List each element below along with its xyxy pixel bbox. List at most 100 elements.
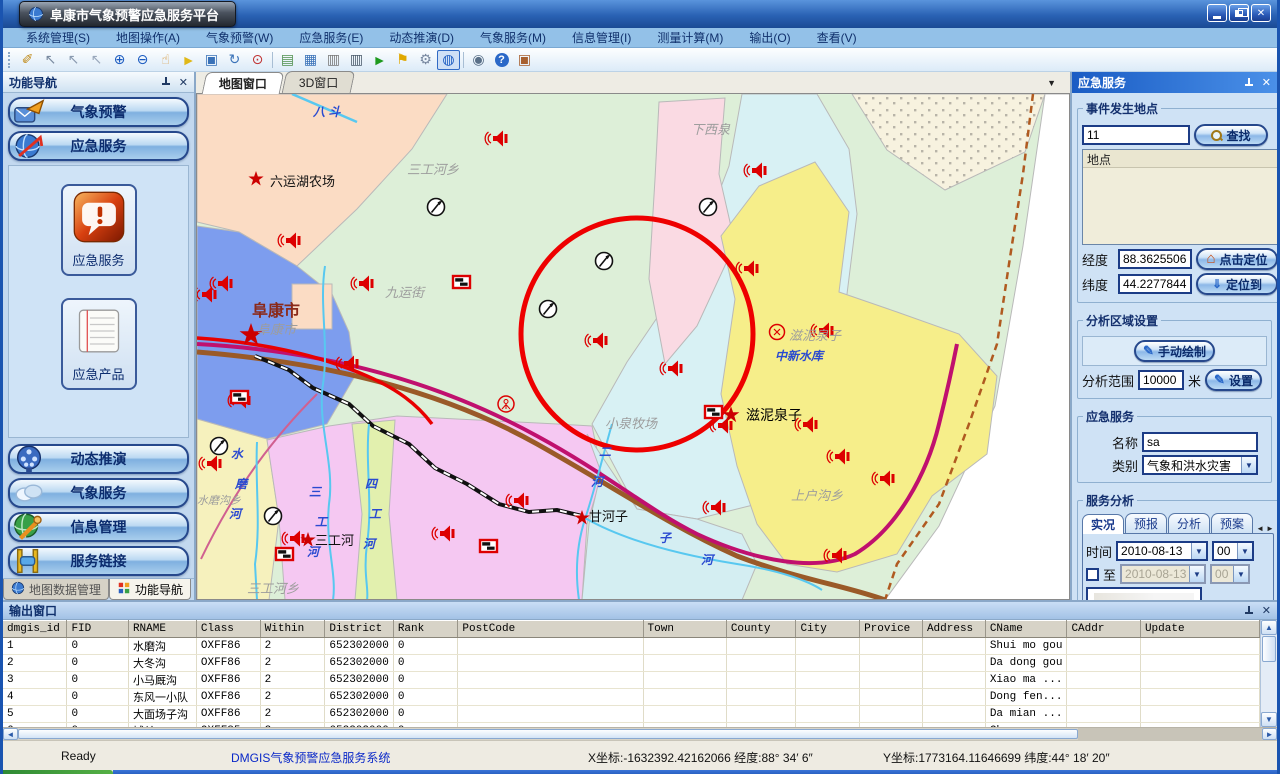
measure-icon[interactable]: ✐ xyxy=(16,50,39,70)
zoom-out-icon[interactable]: ⊖ xyxy=(131,50,154,70)
tab-scroll-left-icon[interactable]: ◄ xyxy=(1256,524,1264,533)
nav-group-lower-2[interactable]: 信息管理 xyxy=(8,512,189,542)
column-header-County[interactable]: County xyxy=(726,621,796,638)
table-row[interactable]: 30小马厩沟OXFF8626523020000Xiao ma ... xyxy=(3,672,1260,689)
scene-image-icon[interactable]: ▣ xyxy=(513,50,536,70)
chevron-down-icon[interactable]: ▼ xyxy=(1233,566,1248,582)
hour-to-select[interactable]: 00 ▼ xyxy=(1210,564,1250,584)
help-icon[interactable]: ? xyxy=(490,50,513,70)
column-header-Rank[interactable]: Rank xyxy=(393,621,458,638)
date-to-select[interactable]: 2010-08-13 ▼ xyxy=(1120,564,1206,584)
date-select[interactable]: 2010-08-13 ▼ xyxy=(1116,541,1208,561)
service-type-select[interactable]: 气象和洪水灾害 ▼ xyxy=(1142,455,1258,475)
column-header-Address[interactable]: Address xyxy=(922,621,985,638)
menu-item-2[interactable]: 地图操作(A) xyxy=(103,27,193,48)
close-icon[interactable]: ✕ xyxy=(1260,76,1273,89)
zoom-in-icon[interactable]: ⊕ xyxy=(108,50,131,70)
eye-icon[interactable]: ◉ xyxy=(467,50,490,70)
column-header-City[interactable]: City xyxy=(796,621,860,638)
range-input[interactable] xyxy=(1138,370,1184,390)
column-header-Within[interactable]: Within xyxy=(260,621,325,638)
scroll-right-icon[interactable]: ► xyxy=(1262,728,1277,740)
chevron-down-icon[interactable]: ▼ xyxy=(1191,543,1206,559)
column-header-PostCode[interactable]: PostCode xyxy=(458,621,643,638)
print-preview-icon[interactable]: ▥ xyxy=(345,50,368,70)
column-header-Update[interactable]: Update xyxy=(1140,621,1259,638)
column-header-CName[interactable]: CName xyxy=(985,621,1067,638)
select-free-icon[interactable]: ↖ xyxy=(85,50,108,70)
chevron-down-icon[interactable]: ▼ xyxy=(1241,457,1256,473)
manual-draw-button[interactable]: ✎ 手动绘制 xyxy=(1134,340,1215,362)
nav-group-1[interactable]: 应急服务 xyxy=(8,131,189,161)
set-range-button[interactable]: ✎ 设置 xyxy=(1205,369,1262,391)
column-header-CAddr[interactable]: CAddr xyxy=(1067,621,1141,638)
nav-group-lower-0[interactable]: 动态推演 xyxy=(8,444,189,474)
place-pin-icon[interactable]: ⚑ xyxy=(391,50,414,70)
scroll-up-icon[interactable]: ▲ xyxy=(1261,620,1277,635)
pin-icon[interactable] xyxy=(161,77,171,87)
menu-item-4[interactable]: 应急服务(E) xyxy=(286,27,376,48)
map-tab-1[interactable]: 地图窗口 xyxy=(202,72,285,94)
column-header-Town[interactable]: Town xyxy=(643,621,726,638)
chevron-down-icon[interactable]: ▼ xyxy=(1189,566,1204,582)
scroll-left-icon[interactable]: ◄ xyxy=(3,728,18,740)
pin-icon[interactable] xyxy=(1244,606,1254,616)
location-search-input[interactable] xyxy=(1082,125,1190,145)
menu-item-9[interactable]: 输出(O) xyxy=(736,27,803,48)
column-header-District[interactable]: District xyxy=(325,621,393,638)
settings-gear-icon[interactable]: ⚙ xyxy=(414,50,437,70)
print-icon[interactable]: ▥ xyxy=(322,50,345,70)
search-button[interactable]: 查找 xyxy=(1194,124,1268,146)
menu-item-5[interactable]: 动态推演(D) xyxy=(376,27,467,48)
table-row[interactable]: 10水磨沟OXFF8626523020000Shui mo gou xyxy=(3,638,1260,655)
column-header-Provice[interactable]: Provice xyxy=(860,621,923,638)
map-image-icon[interactable]: ▦ xyxy=(299,50,322,70)
close-icon[interactable]: ✕ xyxy=(1260,604,1273,617)
nav-group-lower-1[interactable]: 气象服务 xyxy=(8,478,189,508)
column-header-RNAME[interactable]: RNAME xyxy=(128,621,196,638)
column-header-FID[interactable]: FID xyxy=(67,621,129,638)
export-map-icon[interactable]: ▤ xyxy=(276,50,299,70)
column-header-Class[interactable]: Class xyxy=(196,621,260,638)
select-polygon-icon[interactable]: ↖ xyxy=(39,50,62,70)
panel-tab-2[interactable]: 功能导航 xyxy=(109,579,191,600)
scroll-thumb[interactable] xyxy=(1262,636,1276,662)
table-row[interactable]: 40东风一小队OXFF8626523020000Dong fen... xyxy=(3,689,1260,706)
goto-location-button[interactable]: ⇓ 定位到 xyxy=(1196,273,1277,295)
chevron-down-icon[interactable]: ▼ xyxy=(1237,543,1252,559)
column-header-dmgis_id[interactable]: dmgis_id xyxy=(3,621,67,638)
tab-scroll-right-icon[interactable]: ► xyxy=(1266,524,1274,533)
hour-select[interactable]: 00 ▼ xyxy=(1212,541,1254,561)
pan-hand-icon[interactable]: ☝ xyxy=(154,50,177,70)
horizontal-scrollbar[interactable]: ◄ ► xyxy=(3,727,1277,740)
menu-item-7[interactable]: 信息管理(I) xyxy=(559,27,644,48)
restore-button[interactable] xyxy=(1229,4,1249,22)
location-list[interactable]: 地点 xyxy=(1082,149,1277,245)
nav-item-应急产品[interactable]: 应急产品 xyxy=(61,298,137,390)
menu-item-1[interactable]: 系统管理(S) xyxy=(13,27,103,48)
analysis-tab-预报[interactable]: 预报 xyxy=(1125,513,1167,533)
close-button[interactable]: ✕ xyxy=(1251,4,1271,22)
longitude-input[interactable] xyxy=(1118,249,1192,269)
nav-group-0[interactable]: 气象预警 xyxy=(8,97,189,127)
menu-item-8[interactable]: 测量计算(M) xyxy=(644,27,736,48)
nav-group-lower-3[interactable]: 服务链接 xyxy=(8,546,189,576)
menu-item-3[interactable]: 气象预警(W) xyxy=(193,27,286,48)
green-arrow-icon[interactable]: ► xyxy=(368,50,391,70)
element-list[interactable]: 降水空气温度 ▲ xyxy=(1086,587,1202,600)
identify-icon[interactable]: ⊙ xyxy=(246,50,269,70)
map-tab-2[interactable]: 3D窗口 xyxy=(282,71,356,93)
close-icon[interactable]: ✕ xyxy=(177,76,190,89)
analysis-tab-分析[interactable]: 分析 xyxy=(1168,513,1210,533)
scroll-thumb[interactable] xyxy=(18,729,1078,739)
to-checkbox[interactable] xyxy=(1086,568,1099,581)
pointer-icon[interactable]: ► xyxy=(177,50,200,70)
map-canvas[interactable]: 六运湖农场三工河乡下西泉九运街阜康市阜康市滋泥泉子中新水库滋泥泉子小泉牧场上户沟… xyxy=(196,94,1070,600)
globe-icon[interactable]: ◍ xyxy=(437,50,460,70)
analysis-tab-实况[interactable]: 实况 xyxy=(1082,514,1124,534)
panel-tab-1[interactable]: 地图数据管理 xyxy=(3,579,109,600)
service-name-input[interactable] xyxy=(1142,432,1258,452)
select-rect-icon[interactable]: ↖ xyxy=(62,50,85,70)
table-row[interactable]: 50大面场子沟OXFF8626523020000Da mian ... xyxy=(3,706,1260,723)
click-locate-button[interactable]: ⌂ 点击定位 xyxy=(1196,248,1277,270)
